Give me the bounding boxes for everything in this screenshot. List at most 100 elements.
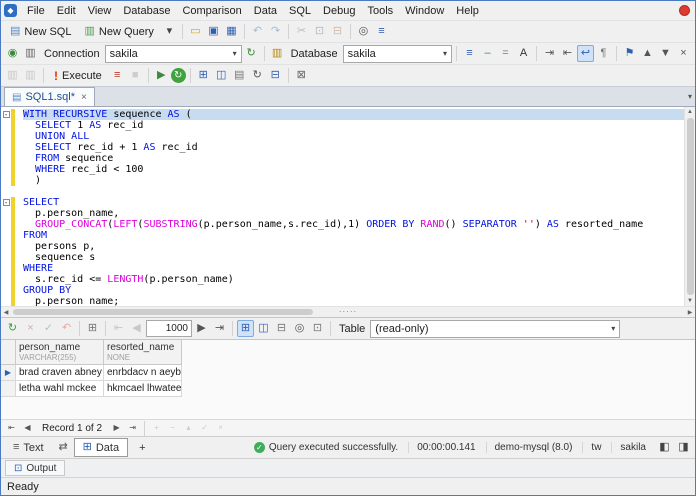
cancel-refresh-icon[interactable]: × — [22, 320, 39, 337]
revert-changes-icon[interactable]: ↶ — [58, 320, 75, 337]
code-line[interactable]: UNION ALL — [1, 131, 684, 142]
comment-lines-icon[interactable]: – — [479, 45, 496, 62]
detach-database-icon[interactable]: ▥ — [22, 67, 39, 84]
aggregates-icon[interactable]: ⊟ — [273, 320, 290, 337]
table-cell[interactable]: hkmcael lhwatee — [104, 381, 182, 397]
last-record-icon[interactable]: ⇥ — [125, 421, 140, 435]
code-line[interactable]: p.person_name; — [1, 296, 684, 306]
clear-bookmarks-icon[interactable]: × — [675, 45, 692, 62]
fold-margin[interactable]: - — [1, 109, 11, 120]
redo-icon[interactable]: ↷ — [267, 23, 284, 40]
menu-database[interactable]: Database — [117, 3, 176, 19]
next-page-icon[interactable]: ▶ — [193, 320, 210, 337]
refresh-connection-icon[interactable]: ↻ — [243, 45, 260, 62]
code-line[interactable]: p.person_name, — [1, 208, 684, 219]
menu-window[interactable]: Window — [399, 3, 450, 19]
fold-marker-icon[interactable]: - — [2, 111, 10, 119]
tab-list-icon[interactable]: ▾ — [688, 92, 692, 101]
notification-icon[interactable] — [679, 5, 690, 16]
edit-record-icon[interactable]: ▴ — [181, 421, 196, 435]
table-combo[interactable]: (read-only) ▾ — [370, 319, 621, 338]
code-line[interactable]: persons p, — [1, 241, 684, 252]
execute-button[interactable]: ! Execute — [48, 67, 108, 85]
find-icon[interactable]: ◎ — [355, 23, 372, 40]
uncomment-lines-icon[interactable]: = — [497, 45, 514, 62]
new-dropdown-caret[interactable]: ▾ — [161, 23, 178, 40]
whitespace-icon[interactable]: ¶ — [595, 45, 612, 62]
debug-icon[interactable]: ▶ — [153, 67, 170, 84]
row-indicator[interactable]: ▶ — [1, 365, 16, 381]
attach-database-icon[interactable]: ▥ — [4, 67, 21, 84]
tab-text[interactable]: ≡ Text — [4, 438, 53, 457]
code-line[interactable]: WHERE — [1, 263, 684, 274]
menu-edit[interactable]: Edit — [51, 3, 82, 19]
copy-icon[interactable]: ⊡ — [311, 23, 328, 40]
tab-output[interactable]: ⊡ Output — [5, 460, 66, 476]
table-cell[interactable]: enrbdacv n aeybra — [104, 365, 182, 381]
code-line[interactable]: - SELECT — [1, 197, 684, 208]
grid-view-icon[interactable]: ⊞ — [237, 320, 254, 337]
table-row[interactable]: ▶ brad craven abney enrbdacv n aeybra — [1, 365, 695, 381]
code-line[interactable]: SELECT rec_id + 1 AS rec_id — [1, 142, 684, 153]
post-edit-icon[interactable]: ✓ — [197, 421, 212, 435]
scroll-down-icon[interactable]: ▼ — [685, 296, 696, 306]
table-cell[interactable]: letha wahl mckee — [16, 381, 104, 397]
first-record-icon[interactable]: ⇤ — [4, 421, 19, 435]
code-line[interactable]: WHERE rec_id < 100 — [1, 164, 684, 175]
execute-script-icon[interactable]: ≡ — [109, 67, 126, 84]
connections-manager-icon[interactable]: ▥ — [22, 45, 39, 62]
refresh-icon[interactable]: ↻ — [170, 68, 186, 83]
column-header-person-name[interactable]: person_name VARCHAR(255) — [16, 340, 104, 365]
indent-icon[interactable]: ⇥ — [541, 45, 558, 62]
query-plan-icon[interactable]: ⊞ — [195, 67, 212, 84]
table-row[interactable]: letha wahl mckee hkmcael lhwatee — [1, 381, 695, 397]
uppercase-icon[interactable]: A — [515, 45, 532, 62]
menu-help[interactable]: Help — [450, 3, 485, 19]
vscroll-thumb[interactable] — [686, 118, 694, 295]
bookmark-icon[interactable]: ⚑ — [621, 45, 638, 62]
dock-right-icon[interactable]: ◨ — [675, 439, 692, 456]
menu-debug[interactable]: Debug — [317, 3, 361, 19]
results-pane-icon[interactable]: ⊟ — [267, 67, 284, 84]
prev-bookmark-icon[interactable]: ▲ — [639, 45, 656, 62]
search-data-icon[interactable]: ◎ — [291, 320, 308, 337]
close-icon[interactable]: × — [81, 92, 87, 103]
apply-changes-icon[interactable]: ✓ — [40, 320, 57, 337]
export-data-icon[interactable]: ⊡ — [309, 320, 326, 337]
tab-sql1[interactable]: ▤ SQL1.sql* × — [4, 87, 95, 106]
prev-record-icon[interactable]: ◀ — [20, 421, 35, 435]
code-area[interactable]: - WITH RECURSIVE sequence AS ( SELECT 1 A… — [1, 107, 684, 306]
code-line[interactable]: FROM — [1, 230, 684, 241]
menu-tools[interactable]: Tools — [361, 3, 399, 19]
cut-icon[interactable]: ✂ — [293, 23, 310, 40]
grid-corner[interactable] — [1, 340, 16, 365]
code-line[interactable]: s.rec_id <= LENGTH(p.person_name) — [1, 274, 684, 285]
code-line[interactable]: sequence s — [1, 252, 684, 263]
menu-file[interactable]: File — [21, 3, 51, 19]
code-line[interactable]: ) — [1, 175, 684, 186]
database-combo[interactable]: sakila ▾ — [342, 44, 452, 63]
next-bookmark-icon[interactable]: ▼ — [657, 45, 674, 62]
options-icon[interactable]: ≡ — [373, 23, 390, 40]
scroll-right-icon[interactable]: ▶ — [685, 307, 695, 317]
column-header-resorted-name[interactable]: resorted_name NONE — [104, 340, 182, 365]
page-size-input[interactable] — [146, 320, 192, 337]
paste-icon[interactable]: ⊟ — [329, 23, 346, 40]
prev-page-icon[interactable]: ◀ — [128, 320, 145, 337]
card-view-icon[interactable]: ◫ — [255, 320, 272, 337]
snippets-icon[interactable]: ▤ — [231, 67, 248, 84]
cancel-edit-icon[interactable]: × — [213, 421, 228, 435]
import-data-icon[interactable]: ⊞ — [84, 320, 101, 337]
history-icon[interactable]: ↻ — [249, 67, 266, 84]
insert-record-icon[interactable]: + — [149, 421, 164, 435]
scroll-left-icon[interactable]: ◀ — [1, 307, 11, 317]
format-sql-icon[interactable]: ≡ — [461, 45, 478, 62]
dock-left-icon[interactable]: ◧ — [656, 439, 673, 456]
scroll-up-icon[interactable]: ▲ — [685, 107, 696, 117]
code-line[interactable]: GROUP BY — [1, 285, 684, 296]
add-tab-button[interactable]: + — [130, 438, 154, 457]
save-all-icon[interactable]: ▦ — [223, 23, 240, 40]
fold-marker-icon[interactable]: - — [2, 199, 10, 207]
code-line[interactable]: SELECT 1 AS rec_id — [1, 120, 684, 131]
menu-data[interactable]: Data — [248, 3, 283, 19]
